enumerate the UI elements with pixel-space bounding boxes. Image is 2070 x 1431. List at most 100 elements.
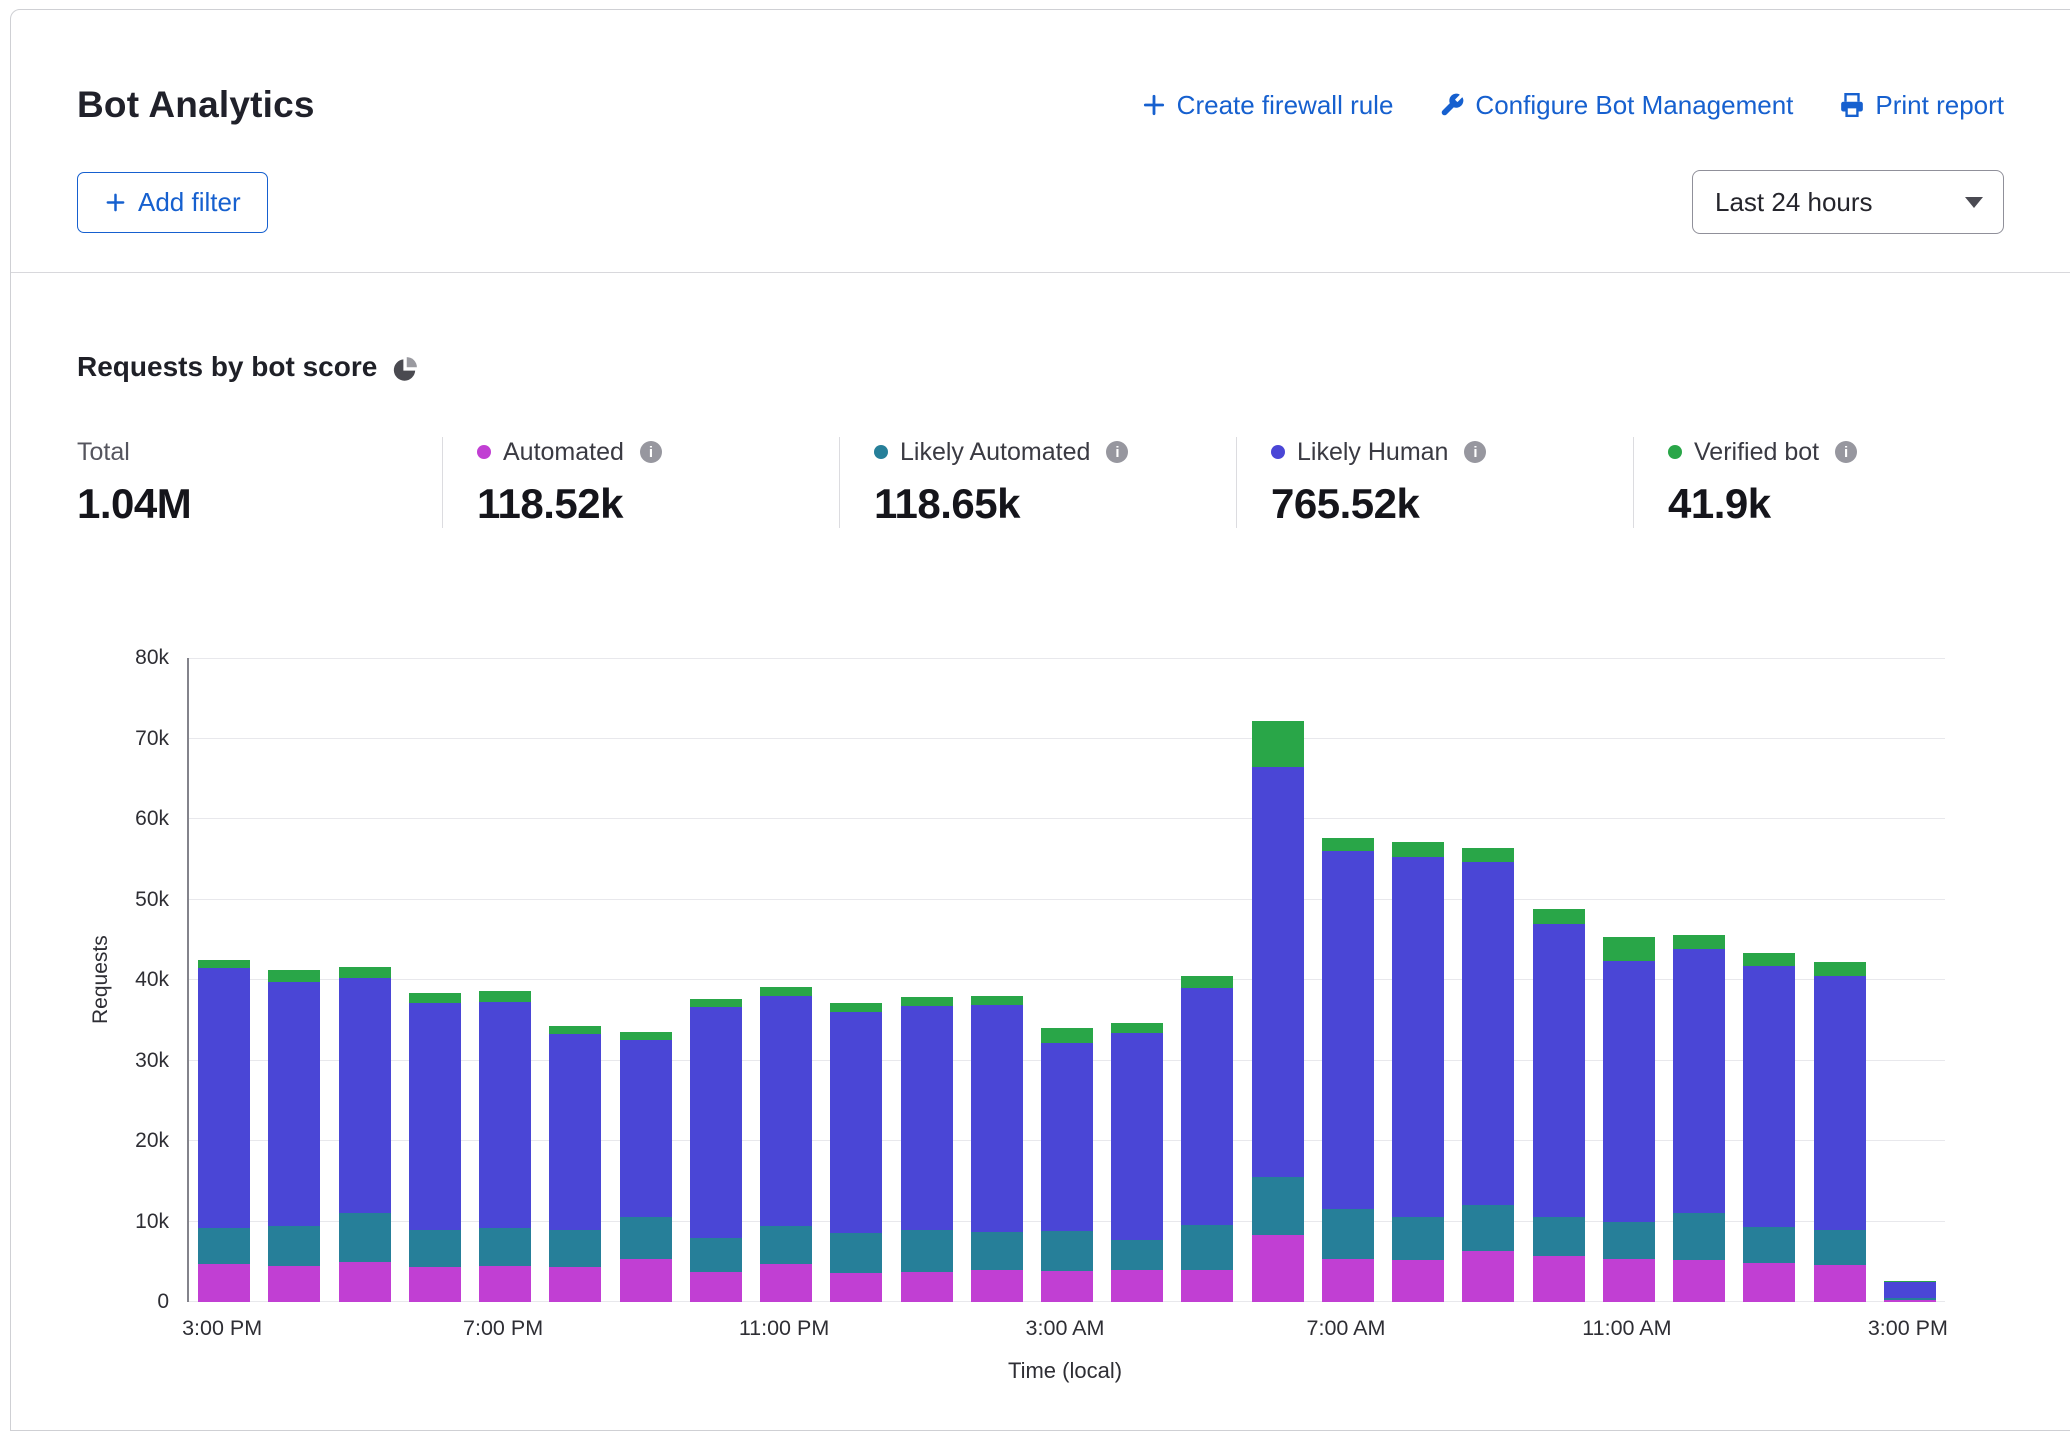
wrench-icon	[1439, 92, 1465, 118]
chart-bar[interactable]	[268, 970, 320, 1302]
action-label: Create firewall rule	[1177, 90, 1394, 121]
chart-bar[interactable]	[1041, 1028, 1093, 1302]
info-icon[interactable]	[640, 441, 662, 463]
segment-likely-human	[409, 1003, 461, 1230]
segment-automated	[479, 1266, 531, 1302]
chart-bar[interactable]	[1181, 976, 1233, 1302]
info-icon[interactable]	[1464, 441, 1486, 463]
time-range-select[interactable]: Last 24 hours	[1692, 170, 2004, 234]
printer-icon	[1839, 92, 1865, 118]
segment-automated	[1111, 1270, 1163, 1302]
x-axis-labels: 3:00 PM7:00 PM11:00 PM3:00 AM7:00 AM11:0…	[187, 1316, 1943, 1346]
chart-bar[interactable]	[409, 993, 461, 1302]
segment-automated	[339, 1262, 391, 1302]
segment-likely-human	[479, 1002, 531, 1228]
chart-bar[interactable]	[1533, 909, 1585, 1302]
x-axis-title: Time (local)	[187, 1358, 1943, 1384]
segment-verified-bot	[690, 999, 742, 1008]
segment-verified-bot	[479, 991, 531, 1001]
chart-bar[interactable]	[690, 999, 742, 1302]
configure-bot-management-link[interactable]: Configure Bot Management	[1439, 90, 1793, 121]
x-tick-label: 11:00 AM	[1582, 1316, 1671, 1341]
stat-label: Verified bot	[1694, 437, 1819, 467]
segment-likely-automated	[409, 1230, 461, 1268]
stat-likely-automated: Likely Automated 118.65k	[839, 437, 1236, 528]
create-firewall-rule-link[interactable]: Create firewall rule	[1141, 90, 1394, 121]
chart-bar[interactable]	[479, 991, 531, 1302]
segment-verified-bot	[971, 996, 1023, 1005]
chart-bar[interactable]	[1884, 1281, 1936, 1302]
segment-likely-human	[1041, 1043, 1093, 1231]
print-report-link[interactable]: Print report	[1839, 90, 2004, 121]
chart-bar[interactable]	[760, 987, 812, 1302]
chart-bar[interactable]	[1462, 848, 1514, 1302]
gridline	[189, 899, 1945, 900]
segment-likely-human	[901, 1006, 953, 1230]
segment-automated	[549, 1267, 601, 1302]
segment-automated	[1462, 1251, 1514, 1302]
segment-automated	[830, 1273, 882, 1302]
segment-automated	[1041, 1271, 1093, 1302]
chart-bar[interactable]	[198, 960, 250, 1302]
chart-bar[interactable]	[1603, 937, 1655, 1302]
automated-dot	[477, 445, 491, 459]
segment-automated	[1392, 1260, 1444, 1302]
segment-automated	[901, 1272, 953, 1302]
info-icon[interactable]	[1835, 441, 1857, 463]
segment-likely-human	[1533, 924, 1585, 1216]
add-filter-button[interactable]: Add filter	[77, 172, 268, 233]
stat-value: 118.52k	[477, 480, 839, 528]
segment-likely-automated	[1533, 1217, 1585, 1256]
card-body: Requests by bot score Total 1.04M Automa…	[11, 273, 2070, 1398]
segment-verified-bot	[549, 1026, 601, 1034]
segment-automated	[690, 1272, 742, 1302]
segment-likely-human	[339, 978, 391, 1213]
chart-bar[interactable]	[549, 1026, 601, 1302]
segment-likely-human	[1884, 1282, 1936, 1298]
chart-bar[interactable]	[620, 1032, 672, 1302]
gridline	[189, 658, 1945, 659]
segment-likely-human	[1743, 966, 1795, 1227]
segment-verified-bot	[1603, 937, 1655, 961]
segment-verified-bot	[830, 1003, 882, 1013]
segment-likely-automated	[690, 1238, 742, 1272]
chart-bar[interactable]	[830, 1003, 882, 1302]
segment-likely-human	[620, 1040, 672, 1216]
segment-likely-automated	[830, 1233, 882, 1273]
y-tick-label: 70k	[135, 725, 169, 753]
chart-bar[interactable]	[1673, 935, 1725, 1302]
segment-verified-bot	[1041, 1028, 1093, 1043]
chart-bar[interactable]	[1111, 1023, 1163, 1302]
chart-bar[interactable]	[339, 967, 391, 1302]
chart-bar[interactable]	[1322, 838, 1374, 1302]
bot-analytics-card: Bot Analytics Create firewall rule Confi…	[10, 9, 2070, 1431]
chart-bar[interactable]	[1392, 842, 1444, 1302]
chart-bar[interactable]	[901, 997, 953, 1302]
section-title: Requests by bot score	[77, 351, 377, 383]
segment-verified-bot	[1181, 976, 1233, 988]
segment-likely-automated	[1814, 1230, 1866, 1265]
pie-chart-icon	[391, 352, 418, 383]
segment-verified-bot	[1322, 838, 1374, 852]
card-header: Bot Analytics Create firewall rule Confi…	[11, 10, 2070, 273]
segment-likely-human	[268, 982, 320, 1226]
chart-bar[interactable]	[971, 996, 1023, 1302]
segment-likely-human	[830, 1012, 882, 1233]
stat-label: Automated	[503, 437, 624, 467]
stat-value: 41.9k	[1668, 480, 2030, 528]
segment-likely-human	[760, 996, 812, 1226]
likely-automated-dot	[874, 445, 888, 459]
info-icon[interactable]	[1106, 441, 1128, 463]
chart-bar[interactable]	[1252, 721, 1304, 1302]
segment-likely-automated	[268, 1226, 320, 1266]
chart-bar[interactable]	[1743, 953, 1795, 1302]
segment-automated	[409, 1267, 461, 1302]
segment-likely-human	[1322, 851, 1374, 1209]
chart-bar[interactable]	[1814, 962, 1866, 1302]
segment-likely-human	[1673, 949, 1725, 1214]
segment-likely-automated	[1603, 1222, 1655, 1260]
y-tick-label: 30k	[135, 1047, 169, 1075]
likely-human-dot	[1271, 445, 1285, 459]
verified-bot-dot	[1668, 445, 1682, 459]
action-label: Print report	[1875, 90, 2004, 121]
